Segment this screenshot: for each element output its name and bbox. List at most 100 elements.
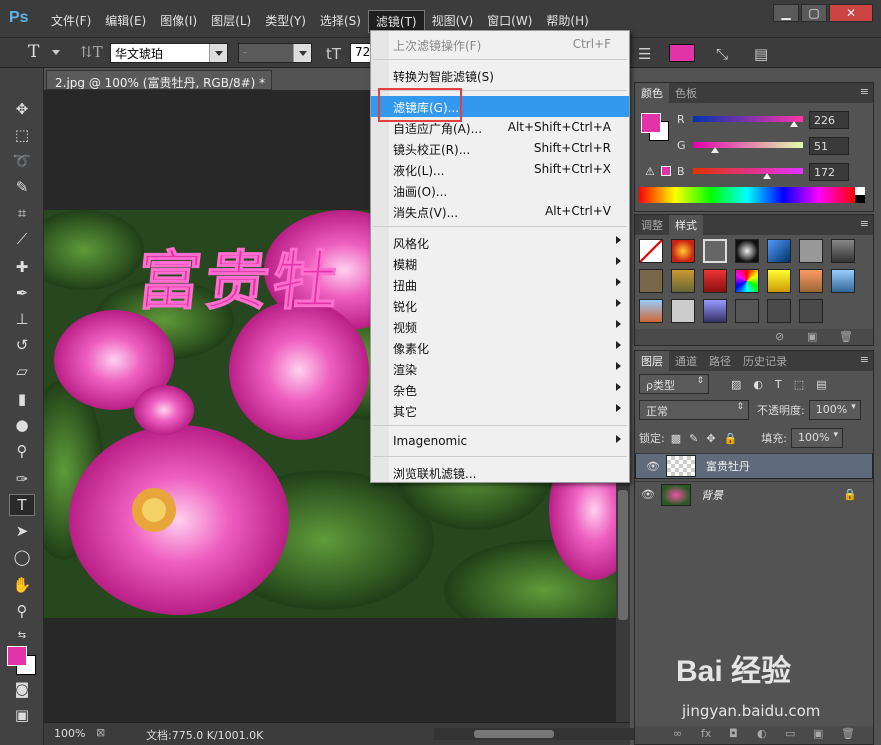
- style-swatch[interactable]: [735, 269, 759, 293]
- scroll-thumb[interactable]: [618, 490, 628, 620]
- blend-mode-select[interactable]: 正常 ⇕: [639, 400, 749, 420]
- red-slider[interactable]: [693, 116, 803, 122]
- style-swatch[interactable]: [799, 239, 823, 263]
- style-swatch[interactable]: [767, 299, 791, 323]
- align-right-icon[interactable]: ☰: [638, 45, 651, 63]
- panel-menu-icon[interactable]: ≡: [860, 217, 869, 230]
- red-slider-knob[interactable]: [790, 121, 798, 127]
- tab-color[interactable]: 颜色: [635, 83, 669, 103]
- maximize-button[interactable]: ▢: [801, 4, 827, 22]
- status-menu-icon[interactable]: ⊠: [96, 726, 105, 739]
- filter-menu-item[interactable]: 上次滤镜操作(F) Ctrl+F: [371, 34, 629, 55]
- gamut-warning-swatch[interactable]: [661, 166, 671, 176]
- filter-menu-item[interactable]: 视频: [371, 316, 629, 337]
- filter-menu-item[interactable]: 液化(L)... Shift+Ctrl+X: [371, 159, 629, 180]
- quick-mask-icon[interactable]: ◙: [9, 678, 35, 700]
- scroll-thumb[interactable]: [474, 730, 554, 738]
- warp-text-icon[interactable]: ⤡: [716, 45, 728, 63]
- tab-layers[interactable]: 图层: [635, 351, 669, 371]
- style-swatch[interactable]: [799, 299, 823, 323]
- style-swatch[interactable]: [671, 239, 695, 263]
- clone-stamp-tool-icon[interactable]: ⊥: [9, 308, 35, 330]
- tab-swatches[interactable]: 色板: [669, 83, 703, 103]
- marquee-tool-icon[interactable]: ⬚: [9, 124, 35, 146]
- foreground-color-swatch[interactable]: [7, 646, 27, 666]
- gamut-warning-icon[interactable]: ⚠: [645, 165, 655, 178]
- filter-menu-item[interactable]: 杂色: [371, 379, 629, 400]
- style-swatch[interactable]: [671, 269, 695, 293]
- eraser-tool-icon[interactable]: ▱: [9, 360, 35, 382]
- filter-menu-item[interactable]: 扭曲: [371, 274, 629, 295]
- crop-tool-icon[interactable]: ⌗: [9, 202, 35, 224]
- layer-name[interactable]: 背景: [701, 487, 723, 503]
- dodge-tool-icon[interactable]: ⚲: [9, 440, 35, 462]
- filter-menu-item[interactable]: 风格化: [371, 232, 629, 253]
- lasso-tool-icon[interactable]: ➰: [9, 150, 35, 172]
- green-slider-knob[interactable]: [711, 147, 719, 153]
- panel-menu-icon[interactable]: ≡: [860, 85, 869, 98]
- style-swatch[interactable]: [767, 239, 791, 263]
- lock-pixels-icon[interactable]: ✎: [689, 432, 698, 445]
- menu-item[interactable]: 文件(F): [44, 10, 98, 33]
- green-slider[interactable]: [693, 142, 803, 148]
- style-swatch[interactable]: [735, 299, 759, 323]
- filter-menu-item[interactable]: 浏览联机滤镜...: [371, 462, 629, 483]
- history-brush-tool-icon[interactable]: ↺: [9, 334, 35, 356]
- lock-position-icon[interactable]: ✥: [706, 432, 715, 445]
- lock-all-icon[interactable]: 🔒: [724, 432, 738, 445]
- text-orientation-icon[interactable]: ⇅T: [80, 43, 103, 61]
- menu-item[interactable]: 编辑(E): [98, 10, 153, 33]
- screen-mode-icon[interactable]: ▣: [9, 704, 35, 726]
- hand-tool-icon[interactable]: ✋: [9, 574, 35, 596]
- style-swatch[interactable]: [639, 299, 663, 323]
- filter-menu-item[interactable]: 油画(O)...: [371, 180, 629, 201]
- adjustment-filter-icon[interactable]: ◐: [753, 378, 763, 391]
- move-tool-icon[interactable]: ✥: [9, 98, 35, 120]
- layer-name[interactable]: 富贵牡丹: [706, 458, 750, 474]
- type-tool-icon[interactable]: T: [9, 494, 35, 516]
- zoom-tool-icon[interactable]: ⚲: [9, 600, 35, 622]
- filter-menu-item[interactable]: 镜头校正(R)... Shift+Ctrl+R: [371, 138, 629, 159]
- foreground-color-swatch[interactable]: [641, 113, 661, 133]
- minimize-button[interactable]: ▁: [773, 4, 799, 22]
- visibility-eye-icon[interactable]: 👁: [635, 488, 661, 501]
- smart-object-filter-icon[interactable]: ▤: [816, 378, 826, 391]
- tab-channels[interactable]: 通道: [669, 351, 703, 371]
- eyedropper-tool-icon[interactable]: ⟋: [9, 228, 35, 250]
- style-swatch[interactable]: [671, 299, 695, 323]
- tab-paths[interactable]: 路径: [703, 351, 737, 371]
- font-style-select[interactable]: -: [238, 43, 312, 63]
- gradient-tool-icon[interactable]: ▮: [9, 388, 35, 410]
- character-panel-icon[interactable]: ▤: [754, 45, 768, 63]
- tab-styles[interactable]: 样式: [669, 215, 703, 235]
- zoom-level[interactable]: 100%: [54, 727, 85, 740]
- path-select-tool-icon[interactable]: ➤: [9, 520, 35, 542]
- pixel-filter-icon[interactable]: ▨: [731, 378, 741, 391]
- red-value-field[interactable]: 226: [809, 111, 849, 129]
- brush-tool-icon[interactable]: ✒: [9, 282, 35, 304]
- black-white-ramp[interactable]: [855, 187, 865, 203]
- style-swatch[interactable]: [799, 269, 823, 293]
- type-tool-preset-icon[interactable]: T: [28, 42, 39, 62]
- style-swatch[interactable]: [639, 269, 663, 293]
- font-family-select[interactable]: 华文琥珀: [110, 43, 228, 63]
- style-swatch[interactable]: [831, 239, 855, 263]
- quick-select-tool-icon[interactable]: ✎: [9, 176, 35, 198]
- lock-transparent-icon[interactable]: ▩: [671, 432, 681, 445]
- new-style-icon[interactable]: ▣: [807, 330, 817, 343]
- healing-brush-tool-icon[interactable]: ✚: [9, 256, 35, 278]
- filter-menu-item[interactable]: 模糊: [371, 253, 629, 274]
- visibility-eye-icon[interactable]: 👁: [640, 460, 666, 473]
- style-swatch[interactable]: [703, 299, 727, 323]
- layer-kind-filter-select[interactable]: ρ类型 ⇕: [639, 374, 709, 394]
- blur-tool-icon[interactable]: ●: [9, 414, 35, 436]
- shape-filter-icon[interactable]: ⬚: [794, 378, 804, 391]
- style-swatch[interactable]: [831, 269, 855, 293]
- filter-menu-item[interactable]: 锐化: [371, 295, 629, 316]
- style-swatch[interactable]: [703, 269, 727, 293]
- color-spectrum[interactable]: [639, 187, 855, 203]
- style-swatch[interactable]: [735, 239, 759, 263]
- style-swatch[interactable]: [703, 239, 727, 263]
- horizontal-scrollbar[interactable]: [434, 728, 634, 740]
- chevron-down-icon[interactable]: [52, 50, 60, 55]
